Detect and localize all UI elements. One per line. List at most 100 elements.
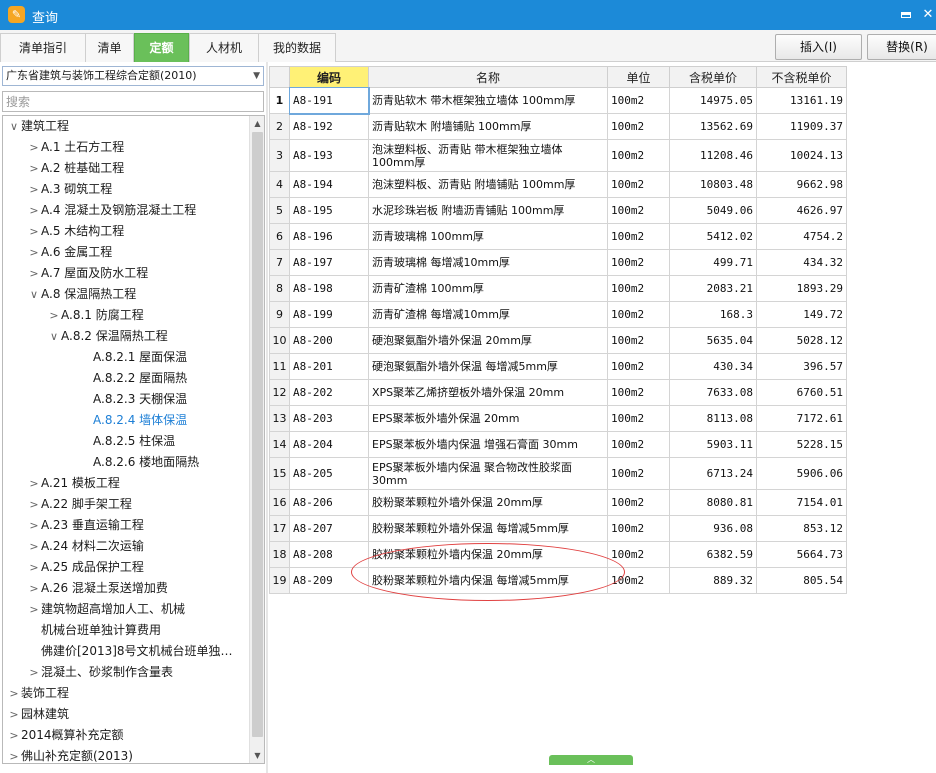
tab-my-data[interactable]: 我的数据	[258, 33, 336, 62]
tax-price-cell[interactable]: 889.32	[669, 567, 757, 594]
restore-window-button[interactable]	[896, 5, 916, 25]
notax-price-cell[interactable]: 11909.37	[756, 113, 847, 140]
unit-cell[interactable]: 100m2	[607, 197, 670, 224]
bottom-panel-toggle[interactable]: ︿	[549, 755, 633, 765]
unit-cell[interactable]: 100m2	[607, 327, 670, 354]
name-cell[interactable]: 沥青玻璃棉 每增减10mm厚	[368, 249, 608, 276]
tax-price-cell[interactable]: 6382.59	[669, 541, 757, 568]
row-number[interactable]: 18	[269, 541, 290, 568]
tax-price-cell[interactable]: 10803.48	[669, 171, 757, 198]
scroll-thumb[interactable]	[252, 132, 263, 737]
tax-price-cell[interactable]: 6713.24	[669, 457, 757, 490]
notax-price-cell[interactable]: 1893.29	[756, 275, 847, 302]
code-cell[interactable]: A8-208	[289, 541, 369, 568]
tab-bill[interactable]: 清单	[85, 33, 134, 62]
tree-item[interactable]: > A.4 混凝土及钢筋混凝土工程	[27, 200, 196, 221]
unit-cell[interactable]: 100m2	[607, 541, 670, 568]
chevron-right-icon[interactable]: >	[27, 599, 41, 620]
tax-price-cell[interactable]: 168.3	[669, 301, 757, 328]
tree-item[interactable]: > A.26 混凝土泵送增加费	[27, 578, 168, 599]
notax-price-cell[interactable]: 13161.19	[756, 87, 847, 114]
chevron-right-icon[interactable]: >	[27, 221, 41, 242]
table-row[interactable]: 8 A8-198 沥青矿渣棉 100mm厚 100m2 2083.21 1893.29	[269, 275, 847, 302]
notax-price-cell[interactable]: 7154.01	[756, 489, 847, 516]
notax-price-cell[interactable]: 5228.15	[756, 431, 847, 458]
table-row[interactable]: 13 A8-203 EPS聚苯板外墙外保温 20mm 100m2 8113.08 7172…	[269, 405, 847, 432]
insert-button[interactable]: 插入(I)	[775, 34, 862, 60]
code-cell[interactable]: A8-193	[289, 139, 369, 172]
tree-item[interactable]: 佛建价[2013]8号文机械台班单独…	[27, 641, 233, 662]
unit-cell[interactable]: 100m2	[607, 139, 670, 172]
notax-price-cell[interactable]: 149.72	[756, 301, 847, 328]
unit-cell[interactable]: 100m2	[607, 457, 670, 490]
notax-price-cell[interactable]: 4754.2	[756, 223, 847, 250]
name-cell[interactable]: EPS聚苯板外墙内保温 增强石膏面 30mm	[368, 431, 608, 458]
code-cell[interactable]: A8-195	[289, 197, 369, 224]
unit-cell[interactable]: 100m2	[607, 249, 670, 276]
tax-price-cell[interactable]: 5412.02	[669, 223, 757, 250]
chevron-right-icon[interactable]: >	[27, 179, 41, 200]
chevron-right-icon[interactable]: >	[27, 158, 41, 179]
tax-price-cell[interactable]: 7633.08	[669, 379, 757, 406]
panel-splitter[interactable]	[266, 62, 268, 773]
tree-item[interactable]: A.8.2.3 天棚保温	[79, 389, 187, 410]
name-cell[interactable]: 水泥珍珠岩板 附墙沥青铺贴 100mm厚	[368, 197, 608, 224]
unit-cell[interactable]: 100m2	[607, 87, 670, 114]
chevron-right-icon[interactable]: >	[27, 557, 41, 578]
tax-price-cell[interactable]: 936.08	[669, 515, 757, 542]
tree-item[interactable]: > 混凝土、砂浆制作含量表	[27, 662, 173, 683]
row-number[interactable]: 10	[269, 327, 290, 354]
chevron-down-icon[interactable]: ∨	[27, 284, 41, 305]
chevron-right-icon[interactable]: >	[7, 683, 21, 704]
table-row[interactable]: 6 A8-196 沥青玻璃棉 100mm厚 100m2 5412.02 4754.2	[269, 223, 847, 250]
code-cell[interactable]: A8-191	[288, 86, 370, 115]
name-cell[interactable]: XPS聚苯乙烯挤塑板外墙外保温 20mm	[368, 379, 608, 406]
notax-price-cell[interactable]: 396.57	[756, 353, 847, 380]
code-cell[interactable]: A8-199	[289, 301, 369, 328]
unit-cell[interactable]: 100m2	[607, 431, 670, 458]
code-cell[interactable]: A8-192	[289, 113, 369, 140]
code-cell[interactable]: A8-201	[289, 353, 369, 380]
scroll-down-icon[interactable]: ▼	[250, 748, 264, 763]
tree-item[interactable]: > A.2 桩基础工程	[27, 158, 124, 179]
row-number[interactable]: 12	[269, 379, 290, 406]
tree-item[interactable]: > A.24 材料二次运输	[27, 536, 144, 557]
table-row[interactable]: 3 A8-193 泡沫塑料板、沥青贴 带木框架独立墙体 100mm厚 100m2 112…	[269, 139, 847, 172]
row-number[interactable]: 13	[269, 405, 290, 432]
tax-price-cell[interactable]: 5903.11	[669, 431, 757, 458]
chevron-right-icon[interactable]: >	[27, 578, 41, 599]
unit-cell[interactable]: 100m2	[607, 405, 670, 432]
tree-item[interactable]: A.8.2.6 楼地面隔热	[79, 452, 199, 473]
unit-cell[interactable]: 100m2	[607, 379, 670, 406]
row-number[interactable]: 4	[269, 171, 290, 198]
notax-price-cell[interactable]: 5028.12	[756, 327, 847, 354]
notax-price-cell[interactable]: 853.12	[756, 515, 847, 542]
code-cell[interactable]: A8-197	[289, 249, 369, 276]
unit-cell[interactable]: 100m2	[607, 171, 670, 198]
tax-price-cell[interactable]: 430.34	[669, 353, 757, 380]
unit-cell[interactable]: 100m2	[607, 515, 670, 542]
unit-cell[interactable]: 100m2	[607, 353, 670, 380]
tree-item[interactable]: A.8.2.2 屋面隔热	[79, 368, 187, 389]
tree-item[interactable]: > 建筑物超高增加人工、机械	[27, 599, 185, 620]
code-cell[interactable]: A8-194	[289, 171, 369, 198]
chevron-right-icon[interactable]: >	[27, 515, 41, 536]
unit-cell[interactable]: 100m2	[607, 567, 670, 594]
close-window-button[interactable]: ✕	[918, 5, 936, 25]
scroll-up-icon[interactable]: ▲	[250, 116, 264, 131]
unit-column-header[interactable]: 单位	[607, 66, 670, 88]
row-number[interactable]: 1	[269, 87, 290, 114]
code-cell[interactable]: A8-205	[289, 457, 369, 490]
notax-price-cell[interactable]: 4626.97	[756, 197, 847, 224]
tax-price-cell[interactable]: 14975.05	[669, 87, 757, 114]
table-row[interactable]: 14 A8-204 EPS聚苯板外墙内保温 增强石膏面 30mm 100m2 5903.…	[269, 431, 847, 458]
table-row[interactable]: 7 A8-197 沥青玻璃棉 每增减10mm厚 100m2 499.71 434.32	[269, 249, 847, 276]
row-number[interactable]: 2	[269, 113, 290, 140]
tree-item[interactable]: ∨ 建筑工程	[7, 116, 69, 137]
tree-item[interactable]: > 佛山补充定额(2013)	[7, 746, 133, 763]
tree-item[interactable]: > A.22 脚手架工程	[27, 494, 132, 515]
code-cell[interactable]: A8-196	[289, 223, 369, 250]
name-cell[interactable]: 胶粉聚苯颗粒外墙内保温 20mm厚	[368, 541, 608, 568]
name-cell[interactable]: EPS聚苯板外墙内保温 聚合物改性胶浆面 30mm	[368, 457, 608, 490]
code-cell[interactable]: A8-207	[289, 515, 369, 542]
